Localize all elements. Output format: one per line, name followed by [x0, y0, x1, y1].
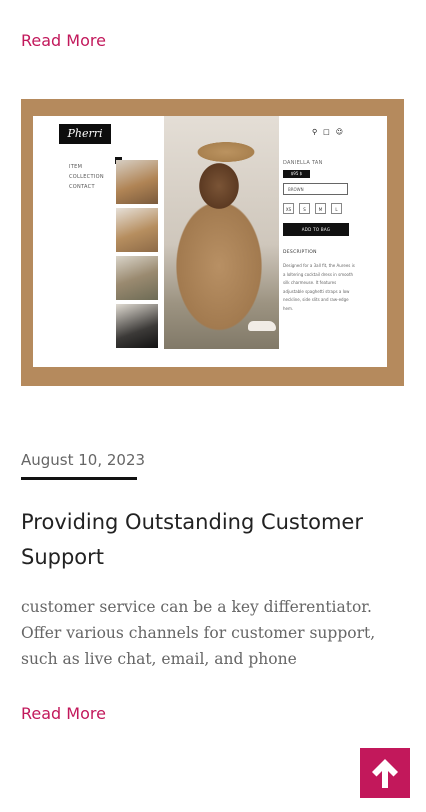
product-thumbnail [116, 304, 158, 348]
mockup-add-to-bag: ADD TO BAG [283, 223, 349, 236]
post-excerpt: customer service can be a key differenti… [21, 598, 376, 668]
date-underline [21, 477, 137, 480]
scroll-to-top-button[interactable] [360, 748, 410, 798]
mockup-description-heading: DESCRIPTION [283, 250, 317, 255]
bag-icon: □ [323, 128, 336, 136]
product-thumbnail [116, 208, 158, 252]
mockup-price: $95 $ [283, 170, 310, 178]
post-title[interactable]: Providing Outstanding Customer Support [21, 505, 406, 575]
mockup-size: L [331, 203, 342, 214]
mockup-logo: Pherri [59, 124, 111, 144]
mockup-size: XS [283, 203, 294, 214]
mockup-size: M [315, 203, 326, 214]
user-icon: ☺ [335, 128, 350, 136]
mockup-product-name: DANIELLA TAN [283, 160, 323, 166]
mockup-size-options: XS S M L [283, 203, 342, 214]
post-date: August 10, 2023 [21, 451, 146, 469]
read-more-link[interactable]: Read More [21, 704, 106, 723]
mockup-description-text: Designed for a 3all fit, the Aurees is a… [283, 263, 355, 311]
product-main-photo [164, 116, 279, 349]
post-featured-image[interactable]: Pherri ITEM COLLECTION CONTACT ⚲□☺ DANIE… [21, 99, 404, 386]
mockup-menu-item: CONTACT [69, 184, 95, 190]
mockup-size: S [299, 203, 310, 214]
search-icon: ⚲ [312, 128, 324, 136]
website-mockup: Pherri ITEM COLLECTION CONTACT ⚲□☺ DANIE… [33, 116, 387, 367]
mockup-menu: ITEM COLLECTION CONTACT [69, 162, 104, 192]
mockup-menu-item: ITEM [69, 164, 83, 170]
mockup-color-select: BROWN [283, 183, 348, 195]
mockup-menu-item: COLLECTION [69, 174, 104, 180]
product-thumbnail [116, 256, 158, 300]
product-thumbnail [116, 160, 158, 204]
read-more-link[interactable]: Read More [21, 31, 106, 50]
mockup-header-icons: ⚲□☺ [312, 128, 349, 136]
arrow-up-icon [372, 759, 398, 788]
shoe-detail [248, 321, 276, 331]
